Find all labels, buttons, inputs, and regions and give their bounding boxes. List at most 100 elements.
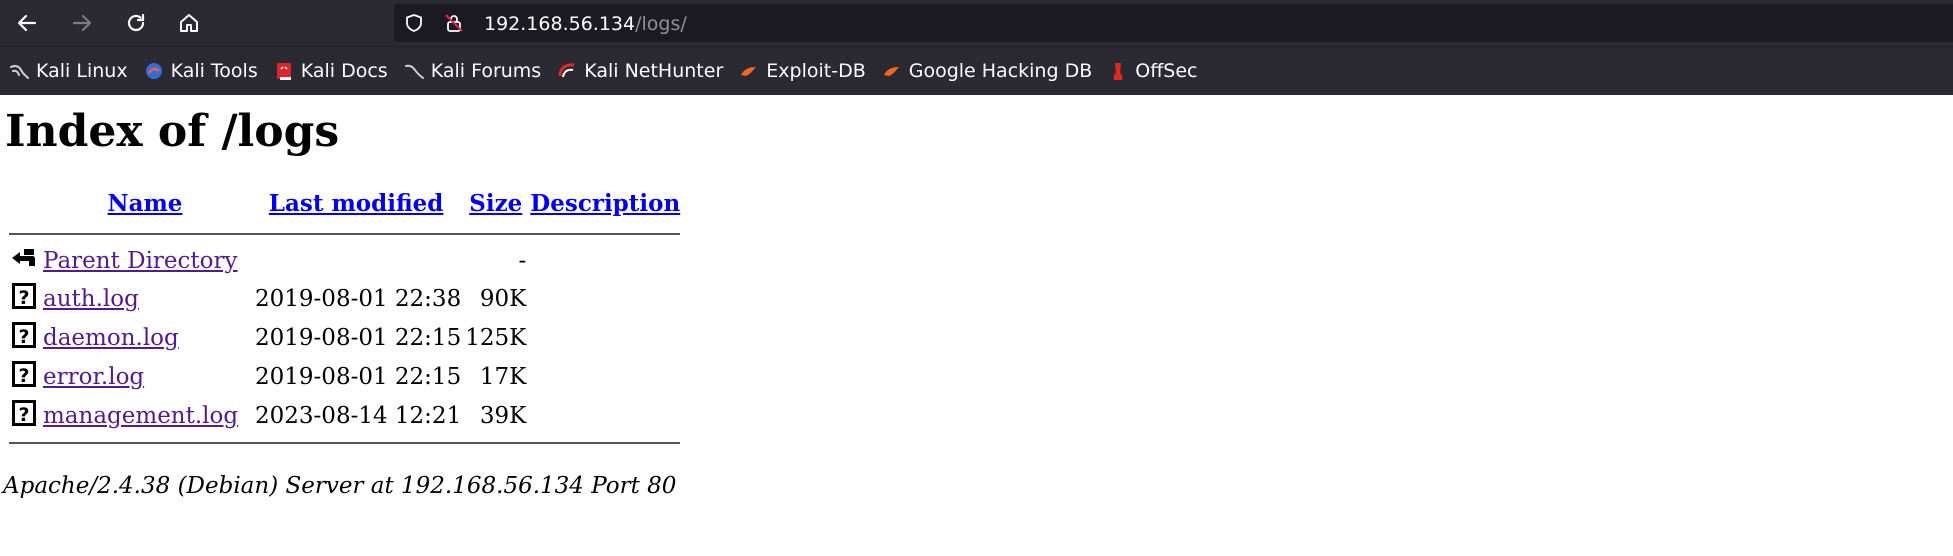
icon-cell: ?	[9, 358, 39, 395]
bookmark-label: Exploit-DB	[766, 60, 866, 82]
description-column-header: Description	[530, 190, 680, 225]
browser-toolbar: 192.168.56.134/logs/	[0, 0, 1953, 46]
bookmark-label: Kali NetHunter	[584, 60, 724, 82]
address-bar[interactable]: 192.168.56.134/logs/	[394, 4, 1953, 42]
size-cell: -	[518, 248, 527, 274]
unknown-file-icon: ?	[12, 400, 36, 426]
icon-cell: ?	[9, 319, 39, 356]
bookmark-kali-tools[interactable]: Kali Tools	[143, 56, 258, 86]
header-divider-row	[9, 227, 681, 241]
forward-button[interactable]	[67, 8, 97, 38]
name-cell: auth.log	[43, 280, 247, 317]
bookmark-label: Google Hacking DB	[908, 60, 1093, 82]
offsec-icon	[1107, 60, 1129, 82]
bookmarks-toolbar: Kali Linux Kali Tools Kali Docs Kali For…	[0, 46, 1953, 95]
kali-docs-icon	[273, 60, 295, 82]
size-cell: 125K	[465, 325, 527, 351]
name-column-header: Name	[43, 190, 247, 225]
description-cell	[530, 280, 680, 317]
file-row: ? auth.log 2019-08-01 22:38 90K	[9, 280, 680, 317]
divider-cell	[9, 436, 681, 450]
parent-directory-link[interactable]: Parent Directory	[43, 248, 238, 274]
google-hacking-db-icon	[881, 60, 903, 82]
file-row: ? management.log 2023-08-14 12:21 39K	[9, 397, 680, 434]
insecure-lock-icon[interactable]	[444, 13, 464, 33]
server-signature: Apache/2.4.38 (Debian) Server at 192.168…	[3, 473, 677, 499]
icon-cell: ?	[9, 280, 39, 317]
sort-by-size-link[interactable]: Size	[469, 190, 522, 217]
size-cell: 90K	[479, 286, 527, 312]
name-cell: daemon.log	[43, 319, 247, 356]
icon-cell	[9, 243, 39, 278]
bookmark-label: Kali Docs	[300, 60, 388, 82]
divider	[9, 442, 681, 444]
file-row: ? error.log 2019-08-01 22:15 17K	[9, 358, 680, 395]
footer-divider-row	[9, 436, 681, 450]
reload-button[interactable]	[121, 8, 151, 38]
size-column-header: Size	[465, 190, 526, 225]
file-link[interactable]: management.log	[43, 403, 238, 429]
bookmark-label: Kali Linux	[36, 60, 128, 82]
bookmark-kali-forums[interactable]: Kali Forums	[403, 56, 542, 86]
sort-by-name-link[interactable]: Name	[108, 190, 183, 217]
date-cell: 2019-08-01 22:15	[255, 364, 462, 390]
forward-arrow-icon	[72, 14, 92, 32]
bookmark-exploit-db[interactable]: Exploit-DB	[738, 56, 866, 86]
bookmark-offsec[interactable]: OffSec	[1107, 56, 1198, 86]
size-cell: 39K	[479, 403, 527, 429]
sort-by-description-link[interactable]: Description	[530, 190, 680, 217]
name-cell: management.log	[43, 397, 247, 434]
name-cell: error.log	[43, 358, 247, 395]
parent-directory-row: Parent Directory -	[9, 243, 680, 278]
icon-column-header	[9, 190, 39, 225]
bookmark-kali-nethunter[interactable]: Kali NetHunter	[556, 56, 723, 86]
home-icon	[180, 14, 198, 32]
directory-listing: Name Last modified Size Description Pare…	[5, 188, 684, 452]
page-content: Index of /logs Name Last modified Size D…	[0, 95, 1953, 556]
home-button[interactable]	[174, 8, 204, 38]
unknown-file-icon: ?	[12, 322, 36, 348]
svg-text:?: ?	[18, 326, 29, 348]
bookmark-label: OffSec	[1135, 60, 1198, 82]
file-link[interactable]: error.log	[43, 364, 144, 390]
date-cell: 2019-08-01 22:38	[255, 286, 462, 312]
kali-nethunter-icon	[556, 60, 578, 82]
bookmark-google-hacking-db[interactable]: Google Hacking DB	[881, 56, 1093, 86]
svg-text:?: ?	[18, 365, 29, 387]
divider-cell	[9, 227, 681, 241]
last-modified-column-header: Last modified	[251, 190, 461, 225]
file-row: ? daemon.log 2019-08-01 22:15 125K	[9, 319, 680, 356]
size-cell: 17K	[479, 364, 527, 390]
kali-tools-icon	[143, 60, 165, 82]
bookmark-kali-linux[interactable]: Kali Linux	[8, 56, 128, 86]
tracking-shield-icon[interactable]	[404, 13, 424, 33]
listing-header-row: Name Last modified Size Description	[9, 190, 681, 225]
bookmark-label: Kali Tools	[170, 60, 258, 82]
description-cell	[530, 243, 680, 278]
date-cell	[251, 243, 461, 278]
unknown-file-icon: ?	[12, 361, 36, 387]
description-cell	[530, 397, 680, 434]
svg-text:?: ?	[18, 287, 29, 309]
date-cell: 2023-08-14 12:21	[255, 403, 462, 429]
url-path: /logs/	[635, 13, 687, 35]
name-cell: Parent Directory	[43, 243, 247, 278]
description-cell	[530, 358, 680, 395]
back-arrow-icon	[17, 14, 37, 32]
url-host: 192.168.56.134	[484, 13, 636, 35]
exploit-db-icon	[738, 60, 760, 82]
kali-forums-icon	[403, 60, 425, 82]
icon-cell: ?	[9, 397, 39, 434]
unknown-file-icon: ?	[12, 283, 36, 309]
divider	[9, 233, 681, 235]
back-button[interactable]	[12, 8, 42, 38]
file-link[interactable]: daemon.log	[43, 325, 179, 351]
bookmark-kali-docs[interactable]: Kali Docs	[273, 56, 388, 86]
file-link[interactable]: auth.log	[43, 286, 139, 312]
sort-by-last-modified-link[interactable]: Last modified	[269, 190, 444, 217]
date-cell: 2019-08-01 22:15	[255, 325, 462, 351]
back-folder-icon	[12, 249, 35, 266]
svg-text:?: ?	[18, 404, 29, 426]
url-text[interactable]: 192.168.56.134/logs/	[484, 13, 687, 35]
bookmark-label: Kali Forums	[430, 60, 542, 82]
